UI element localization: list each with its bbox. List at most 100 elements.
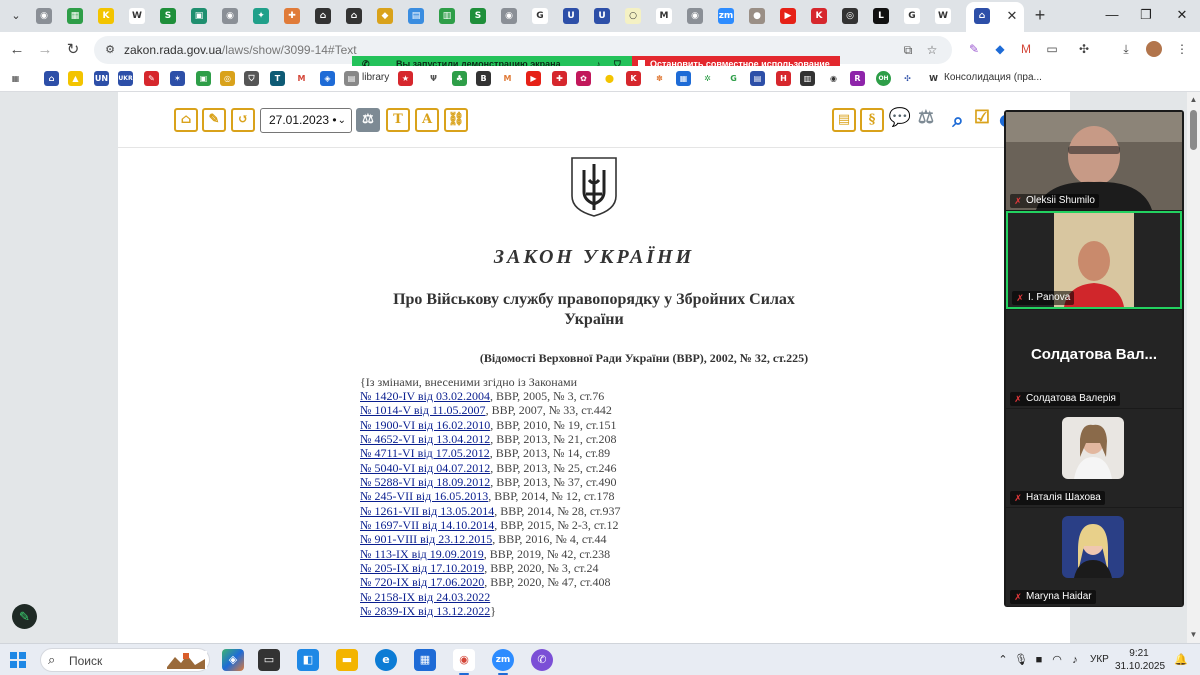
search-icon[interactable]: ⌕ — [946, 108, 970, 132]
tab-court-icon[interactable]: ⌂ — [315, 8, 331, 24]
tab-court-icon-2[interactable]: ⌂ — [346, 8, 362, 24]
documents-icon[interactable]: ▤ — [832, 108, 856, 132]
tab-gov-icon[interactable]: ◆ — [377, 8, 393, 24]
scroll-thumb[interactable] — [1190, 110, 1197, 150]
reload-icon[interactable]: ↻ — [62, 39, 84, 61]
participant-tile-active[interactable]: ✗ I. Panova — [1006, 211, 1182, 309]
tab-gray-globe-icon-2[interactable]: ◉ — [222, 8, 238, 24]
bookmark-t-icon[interactable]: T — [270, 71, 285, 86]
page-scrollbar[interactable]: ▲ ▼ — [1187, 92, 1200, 643]
paragraph-icon[interactable]: § — [860, 108, 884, 132]
edition-date-select[interactable]: 27.01.2023 • ⌄ — [260, 108, 352, 133]
camera-icon[interactable]: ■ — [1032, 653, 1046, 667]
bookmark-red-book-icon[interactable]: ✎ — [144, 71, 159, 86]
tab-k-red-icon[interactable]: K — [811, 8, 827, 24]
amendment-link[interactable]: № 2839-IX від 13.12.2022 — [360, 604, 490, 618]
amendment-link[interactable]: № 1900-VI від 16.02.2010 — [360, 418, 490, 432]
apps-grid-icon[interactable]: ▦ — [8, 71, 23, 86]
bookmark-green-icon[interactable]: ▣ — [196, 71, 211, 86]
bookmark-library-label[interactable]: library — [362, 72, 389, 83]
amendment-link[interactable]: № 1261-VII від 13.05.2014 — [360, 504, 494, 518]
amendment-link[interactable]: № 205-IX від 17.10.2019 — [360, 561, 484, 575]
bookmark-yellow-icon[interactable]: ▲ — [68, 71, 83, 86]
gmail-extension-icon[interactable]: M — [1018, 41, 1034, 57]
tab-wikipedia-icon-2[interactable]: W — [935, 8, 951, 24]
windows-start-icon[interactable] — [10, 652, 26, 668]
video-extension-icon[interactable]: ▭ — [1044, 41, 1060, 57]
bookmark-pink-icon[interactable]: ✿ — [576, 71, 591, 86]
profile-avatar[interactable] — [1146, 41, 1162, 57]
bookmark-h-icon[interactable]: H — [776, 71, 791, 86]
active-tab[interactable]: ⌂ ✕ — [966, 2, 1024, 32]
bookmark-oh-icon[interactable]: OH — [876, 71, 891, 86]
bookmark-m-orange-icon[interactable]: M — [500, 71, 515, 86]
bookmark-trident-icon[interactable]: Ψ — [426, 71, 441, 86]
bookmark-w-icon[interactable]: W — [926, 71, 941, 86]
bookmark-r-icon[interactable]: R — [850, 71, 865, 86]
balance-icon[interactable]: ⚖ — [914, 108, 938, 132]
amendment-link[interactable]: № 1697-VII від 14.10.2014 — [360, 518, 494, 532]
install-app-icon[interactable]: ⧉ — [900, 42, 916, 58]
edit-doc-icon[interactable]: ✎ — [202, 108, 226, 132]
briefcase-icon[interactable]: ⌂ — [174, 108, 198, 132]
viber-icon[interactable]: ✆ — [531, 649, 553, 671]
bookmark-emblem-icon[interactable]: ⛉ — [244, 71, 259, 86]
desktop-app-icon[interactable]: ◧ — [297, 649, 319, 671]
tab-s-green-icon[interactable]: S — [160, 8, 176, 24]
amendment-link[interactable]: № 901-VIII від 23.12.2015 — [360, 532, 492, 546]
amendment-link[interactable]: № 5040-VI від 04.07.2012 — [360, 461, 490, 475]
bookmark-b-icon[interactable]: B — [476, 71, 491, 86]
close-tab-icon[interactable]: ✕ — [1004, 8, 1020, 24]
amendment-link[interactable]: № 1014-V від 11.05.2007 — [360, 403, 486, 417]
text-a-icon[interactable]: A — [415, 108, 439, 132]
task-view-icon[interactable]: ▭ — [258, 649, 280, 671]
bookmark-circle-icon[interactable]: ◉ — [826, 71, 841, 86]
comments-icon[interactable]: 💬 — [888, 108, 912, 132]
amendment-link[interactable]: № 5288-VI від 18.09.2012 — [360, 475, 490, 489]
bookmark-ukr-icon[interactable]: UKR — [118, 71, 133, 86]
tab-gray-globe-icon[interactable]: ◉ — [36, 8, 52, 24]
extensions-puzzle-icon[interactable]: ✣ — [1076, 41, 1092, 57]
bookmark-tree-icon[interactable]: ♣ — [452, 71, 467, 86]
bookmark-star-icon[interactable]: ☆ — [924, 42, 940, 58]
bookmark-consolidation-label[interactable]: Консолидация (пра... — [944, 72, 1042, 83]
bookmark-star-badge-icon[interactable]: ✶ — [170, 71, 185, 86]
tab-light-circle-icon[interactable]: ○ — [625, 8, 641, 24]
bookmark-g-icon[interactable]: G — [726, 71, 741, 86]
text-t-icon[interactable]: T — [386, 108, 410, 132]
site-info-icon[interactable]: ⚙ — [102, 42, 118, 58]
tab-black-ring-icon[interactable]: ◎ — [842, 8, 858, 24]
tab-gray-globe-icon-3[interactable]: ◉ — [501, 8, 517, 24]
bookmark-un-icon[interactable]: UN — [94, 71, 109, 86]
tab-blue-docs-icon[interactable]: ▤ — [408, 8, 424, 24]
bookmark-star-red-icon[interactable]: ★ — [398, 71, 413, 86]
tab-kplus-icon[interactable]: K — [98, 8, 114, 24]
amendment-link[interactable]: № 720-IX від 17.06.2020 — [360, 575, 484, 589]
tab-google-icon[interactable]: G — [532, 8, 548, 24]
amendment-link[interactable]: № 1420-IV від 03.02.2004 — [360, 389, 490, 403]
bookmark-puzzle-icon[interactable]: ✣ — [900, 71, 915, 86]
tab-youtube-icon[interactable]: ▶ — [780, 8, 796, 24]
history-icon[interactable]: ↺ — [231, 108, 255, 132]
tab-s-green-icon-2[interactable]: S — [470, 8, 486, 24]
bookmark-k-icon[interactable]: K — [626, 71, 641, 86]
amendment-link[interactable]: № 113-IX від 19.09.2019 — [360, 547, 484, 561]
tab-rocket-icon[interactable]: ✦ — [253, 8, 269, 24]
bookmark-book-icon[interactable]: ▥ — [800, 71, 815, 86]
tab-l-black-icon[interactable]: L — [873, 8, 889, 24]
amendment-link[interactable]: № 4711-VI від 17.05.2012 — [360, 446, 490, 460]
zoom-app-icon[interactable]: zm — [492, 649, 514, 675]
tab-avatar-tab-icon[interactable]: ● — [749, 8, 765, 24]
pen-extension-icon[interactable]: ✎ — [966, 41, 982, 57]
participant-tile[interactable]: ✗ Наталія Шахова — [1006, 409, 1182, 507]
microphone-icon[interactable]: 🎙 — [1014, 653, 1028, 667]
amendment-link[interactable]: № 245-VII від 16.05.2013 — [360, 489, 488, 503]
amendment-link[interactable]: № 4652-VI від 13.04.2012 — [360, 432, 490, 446]
tab-search-dropdown-icon[interactable]: ⌄ — [6, 6, 26, 26]
bookmark-youtube-icon[interactable]: ▶ — [526, 71, 541, 86]
bookmark-paw-icon[interactable]: ✽ — [652, 71, 667, 86]
cube-extension-icon[interactable]: ◆ — [992, 41, 1008, 57]
bookmark-doc-icon[interactable]: ▤ — [750, 71, 765, 86]
scroll-down-icon[interactable]: ▼ — [1187, 629, 1200, 641]
tab-law-blue-icon-2[interactable]: U — [594, 8, 610, 24]
